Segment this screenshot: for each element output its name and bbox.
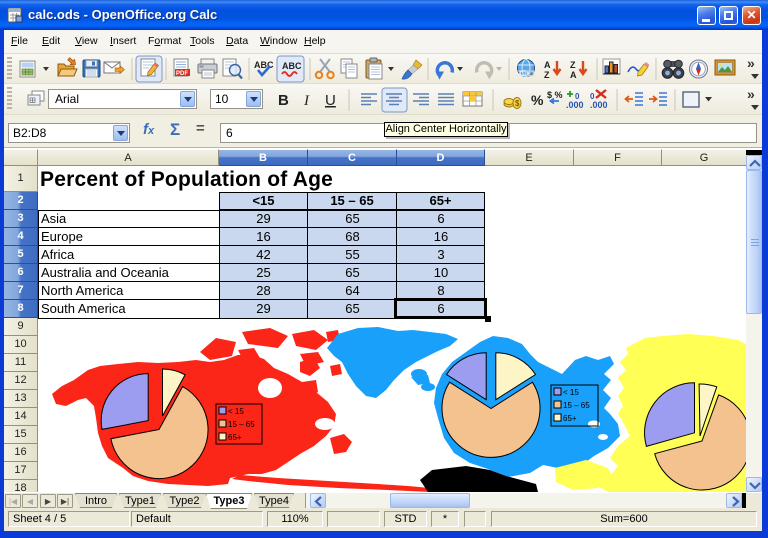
- svg-text:A: A: [570, 70, 577, 80]
- svg-text:.000: .000: [590, 100, 608, 110]
- svg-text:< 15: < 15: [228, 407, 244, 416]
- svg-text:B: B: [278, 92, 289, 109]
- svg-text:ABC: ABC: [254, 60, 274, 70]
- svg-text:ABC: ABC: [282, 61, 302, 71]
- svg-text:.000: .000: [566, 100, 584, 110]
- svg-text:%: %: [531, 92, 544, 108]
- svg-text:15 – 65: 15 – 65: [228, 420, 255, 429]
- svg-text:A: A: [544, 60, 551, 70]
- svg-text:$ %: $ %: [547, 90, 563, 100]
- svg-text:PDF: PDF: [176, 71, 188, 77]
- svg-text:65+: 65+: [228, 433, 242, 442]
- svg-text:< 15: < 15: [563, 388, 579, 397]
- svg-text:U: U: [325, 92, 336, 109]
- svg-text:65+: 65+: [563, 414, 577, 423]
- svg-text:»: »: [747, 55, 755, 71]
- svg-text:15 – 65: 15 – 65: [563, 401, 590, 410]
- svg-text:I: I: [303, 93, 310, 109]
- svg-text:$: $: [515, 99, 520, 108]
- svg-text:Z: Z: [570, 60, 576, 70]
- svg-text:»: »: [747, 86, 755, 102]
- svg-text:Z: Z: [544, 70, 550, 80]
